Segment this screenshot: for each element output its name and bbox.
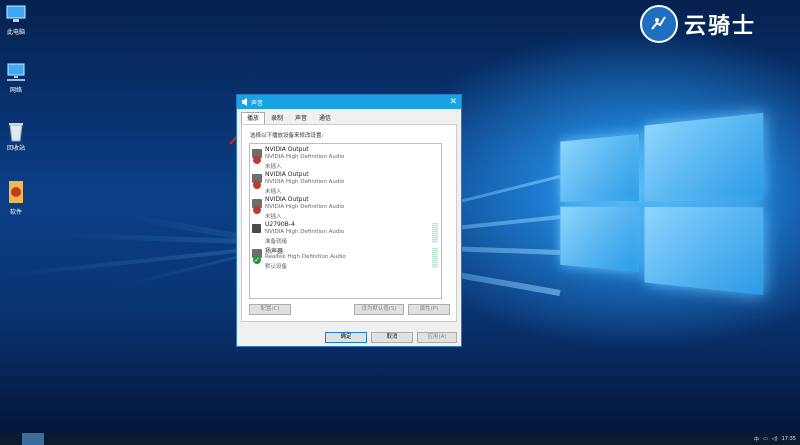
device-status: 未插入 xyxy=(265,189,282,195)
list-item[interactable]: ✓ 扬声器 Realtek High Definition Audio 默认设备 xyxy=(252,246,440,270)
device-name: NVIDIA Output xyxy=(265,196,309,203)
device-driver: NVIDIA High Definition Audio xyxy=(265,229,345,235)
tab-playback[interactable]: 播放 xyxy=(241,112,266,124)
desktop-icon-label: 网络 xyxy=(9,87,22,94)
device-status: 准备就绪 xyxy=(265,239,288,245)
list-item[interactable]: U2790B-4 NVIDIA High Definition Audio 准备… xyxy=(252,221,440,245)
cancel-button[interactable]: 取消 xyxy=(371,332,413,343)
tab-bar: 播放 录制 声音 通信 xyxy=(241,112,337,124)
network-tray-icon[interactable]: ▭ xyxy=(763,436,768,442)
ok-button[interactable]: 确定 xyxy=(325,332,367,343)
speaker-icon xyxy=(242,98,248,106)
windows-logo xyxy=(560,112,768,297)
computer-icon xyxy=(5,4,27,24)
instruction-text: 选择以下播放设备来修改设置: xyxy=(250,133,324,139)
clock[interactable]: 17:35 xyxy=(782,436,796,442)
tab-sounds[interactable]: 声音 xyxy=(289,112,313,124)
device-name: NVIDIA Output xyxy=(265,146,309,153)
properties-button[interactable]: 属性(P) xyxy=(408,304,450,315)
logo-pane xyxy=(644,112,764,202)
taskbar: 中 ▭ ◁) 17:35 xyxy=(0,433,800,445)
device-list: NVIDIA Output NVIDIA High Definition Aud… xyxy=(249,143,442,299)
device-name: U2790B-4 xyxy=(265,221,295,228)
folder-icon xyxy=(5,180,27,204)
volume-level-meter xyxy=(432,248,438,268)
knight-logo-icon xyxy=(640,5,678,43)
volume-level-meter xyxy=(432,223,438,243)
device-status: 未插入 xyxy=(265,214,282,220)
logo-pane xyxy=(644,206,764,295)
desktop-icon-label: 此电脑 xyxy=(6,29,25,36)
ime-indicator[interactable]: 中 xyxy=(754,436,759,443)
apply-button[interactable]: 应用(A) xyxy=(417,332,457,343)
monitor-device-icon xyxy=(252,224,261,233)
desktop-icon-recycle-bin[interactable]: 回收站 xyxy=(2,120,30,152)
device-status: 默认设备 xyxy=(265,264,288,270)
system-tray: 中 ▭ ◁) 17:35 xyxy=(754,433,796,445)
brand-text: 云骑士 xyxy=(684,14,757,39)
tab-recording[interactable]: 录制 xyxy=(265,112,289,124)
dialog-titlebar[interactable]: 声音 ✕ xyxy=(237,95,461,109)
taskbar-app-sound[interactable] xyxy=(22,433,44,445)
logo-pane xyxy=(560,134,640,202)
list-item[interactable]: NVIDIA Output NVIDIA High Definition Aud… xyxy=(252,171,440,195)
close-button[interactable]: ✕ xyxy=(449,96,457,108)
device-driver: NVIDIA High Definition Audio xyxy=(265,154,345,160)
device-driver: NVIDIA High Definition Audio xyxy=(265,179,345,185)
unplugged-status-icon xyxy=(253,181,261,189)
desktop-icon-this-pc[interactable]: 此电脑 xyxy=(2,4,30,36)
default-device-check-icon: ✓ xyxy=(253,256,261,264)
list-item[interactable]: NVIDIA Output NVIDIA High Definition Aud… xyxy=(252,146,440,170)
tab-communications[interactable]: 通信 xyxy=(313,112,337,124)
desktop-icon-label: 回收站 xyxy=(6,145,25,152)
desktop-icon-software[interactable]: 软件 xyxy=(2,180,30,216)
unplugged-status-icon xyxy=(253,206,261,214)
playback-panel: 选择以下播放设备来修改设置: NVIDIA Output NVIDIA High… xyxy=(241,124,457,322)
device-driver: NVIDIA High Definition Audio xyxy=(265,204,345,210)
device-driver: Realtek High Definition Audio xyxy=(265,254,346,260)
unplugged-status-icon xyxy=(253,156,261,164)
list-item[interactable]: NVIDIA Output NVIDIA High Definition Aud… xyxy=(252,196,440,220)
set-default-button[interactable]: 设为默认值(S) xyxy=(354,304,404,315)
brand-watermark: 云骑士 xyxy=(640,5,756,43)
desktop-icon-label: 软件 xyxy=(9,209,22,216)
volume-tray-icon[interactable]: ◁) xyxy=(772,436,778,442)
configure-button[interactable]: 配置(C) xyxy=(249,304,291,315)
device-status: 未插入 xyxy=(265,164,282,170)
dialog-title: 声音 xyxy=(251,99,264,107)
logo-pane xyxy=(560,206,640,272)
recycle-bin-icon xyxy=(5,120,27,142)
desktop-icon-network[interactable]: 网络 xyxy=(2,62,30,94)
device-name: NVIDIA Output xyxy=(265,171,309,178)
sound-dialog: 声音 ✕ 播放 录制 声音 通信 选择以下播放设备来修改设置: NVIDIA O… xyxy=(236,94,462,347)
desktop: 此电脑 网络 回收站 软件 云骑士 声音 ✕ 播放 录制 声音 通信 选择以下播… xyxy=(0,0,800,433)
network-icon xyxy=(5,62,27,82)
